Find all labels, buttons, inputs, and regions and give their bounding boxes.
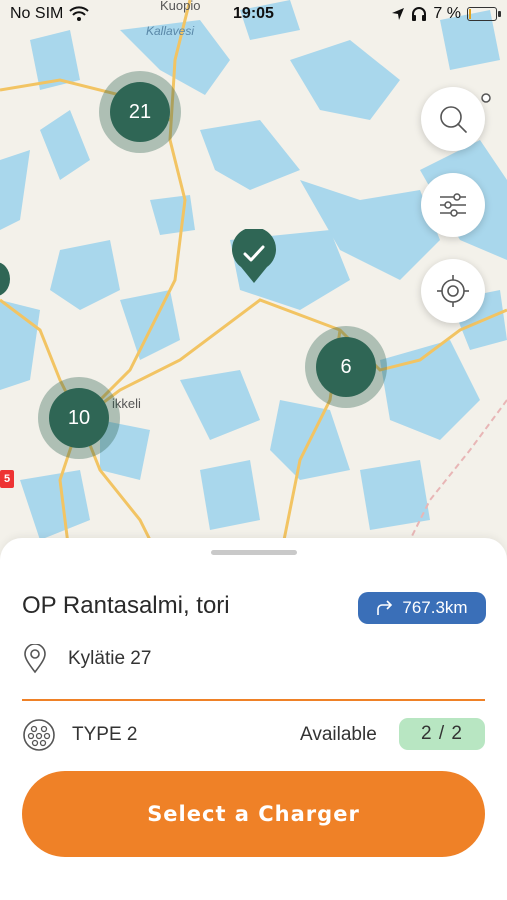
search-button[interactable] (421, 87, 485, 151)
selected-station-pin[interactable] (231, 229, 277, 285)
battery-icon (467, 7, 501, 21)
availability-label: Available (300, 724, 377, 745)
map-pin-icon (24, 644, 46, 674)
connector-row: TYPE 2 Available 2 / 2 (22, 718, 485, 752)
locate-me-button[interactable] (421, 259, 485, 323)
cluster-marker[interactable]: 10 (38, 377, 120, 459)
divider (22, 699, 485, 701)
filter-sliders-icon (440, 193, 466, 217)
sheet-drag-handle[interactable] (211, 550, 297, 555)
locate-crosshair-icon (437, 275, 469, 307)
status-bar: No SIM 19:05 7 % (0, 0, 507, 30)
directions-distance-button[interactable]: 767.3km (358, 592, 486, 624)
map-view[interactable]: Kuopio Kallavesi ikkeli 21 6 10 5 (0, 0, 507, 560)
address-row: Kylätie 27 (22, 644, 151, 674)
road-number-badge: 5 (0, 470, 14, 488)
cluster-marker[interactable]: 6 (305, 326, 387, 408)
type2-connector-icon (23, 719, 55, 751)
cluster-count: 6 (316, 337, 376, 397)
turn-right-arrow-icon (377, 600, 393, 615)
cluster-marker[interactable]: 21 (99, 71, 181, 153)
battery-percent: 7 % (433, 5, 461, 22)
connector-type: TYPE 2 (72, 724, 138, 745)
station-name: OP Rantasalmi, tori (22, 592, 230, 619)
distance-value: 767.3km (402, 598, 468, 617)
filter-button[interactable] (421, 173, 485, 237)
station-address: Kylätie 27 (68, 648, 152, 669)
availability-badge: 2 / 2 (399, 718, 485, 750)
headphones-icon (412, 7, 427, 21)
cluster-count: 21 (110, 82, 170, 142)
location-arrow-icon (392, 8, 405, 20)
cluster-count: 10 (49, 388, 109, 448)
search-icon (440, 106, 467, 133)
station-details-sheet: OP Rantasalmi, tori 767.3km Kylätie 27 T… (0, 538, 507, 900)
select-charger-button[interactable]: Select a Charger (22, 771, 485, 857)
